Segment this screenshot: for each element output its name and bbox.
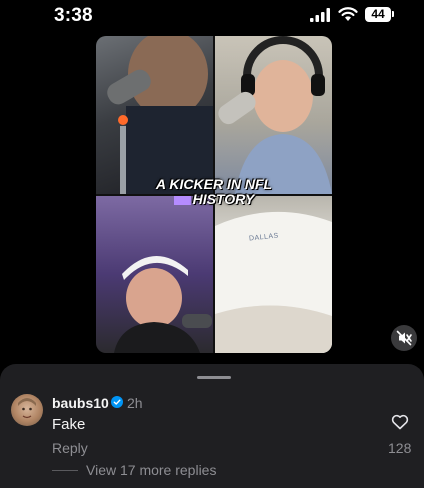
replies-divider — [52, 470, 78, 471]
video-tile-bottom-left — [96, 196, 213, 353]
like-count: 128 — [388, 440, 412, 456]
video-tile-top-right — [215, 36, 332, 194]
video-player[interactable]: DALLAS A KICKER IN NFL HISTORY — [96, 36, 332, 353]
comments-sheet: baubs10 2h Fake Reply 128 View 17 more r… — [0, 364, 424, 488]
video-tile-bottom-right: DALLAS — [215, 196, 332, 353]
view-replies-button[interactable]: View 17 more replies — [86, 462, 216, 478]
comment-username[interactable]: baubs10 — [52, 395, 109, 411]
flag-icon — [173, 195, 191, 205]
verified-icon — [111, 396, 123, 408]
avatar[interactable] — [11, 394, 43, 426]
comment-text: Fake — [52, 416, 86, 433]
caption-line-1: A KICKER IN NFL — [155, 176, 273, 192]
mute-icon — [396, 330, 412, 346]
person-silhouette — [114, 255, 212, 353]
heart-icon[interactable] — [391, 414, 409, 430]
person-silhouette — [107, 36, 213, 194]
caption-line-2: HISTORY — [96, 192, 332, 207]
video-caption: A KICKER IN NFL HISTORY — [96, 177, 332, 207]
caption-line-2-text: HISTORY — [192, 191, 255, 207]
battery-icon: 44 — [365, 7, 391, 22]
reply-button[interactable]: Reply — [52, 440, 88, 456]
video-tile-top-left — [96, 36, 213, 194]
signal-icon — [310, 8, 330, 22]
cap-closeup — [215, 211, 332, 353]
sheet-drag-handle[interactable] — [197, 376, 231, 379]
avatar-face — [18, 398, 36, 419]
person-silhouette — [218, 36, 332, 194]
status-bar: 3:38 44 — [0, 0, 424, 34]
status-time: 3:38 — [54, 5, 93, 26]
wifi-icon — [338, 7, 358, 21]
mute-button[interactable] — [391, 325, 417, 351]
comment-time: 2h — [127, 395, 143, 411]
battery-cap — [392, 11, 394, 17]
